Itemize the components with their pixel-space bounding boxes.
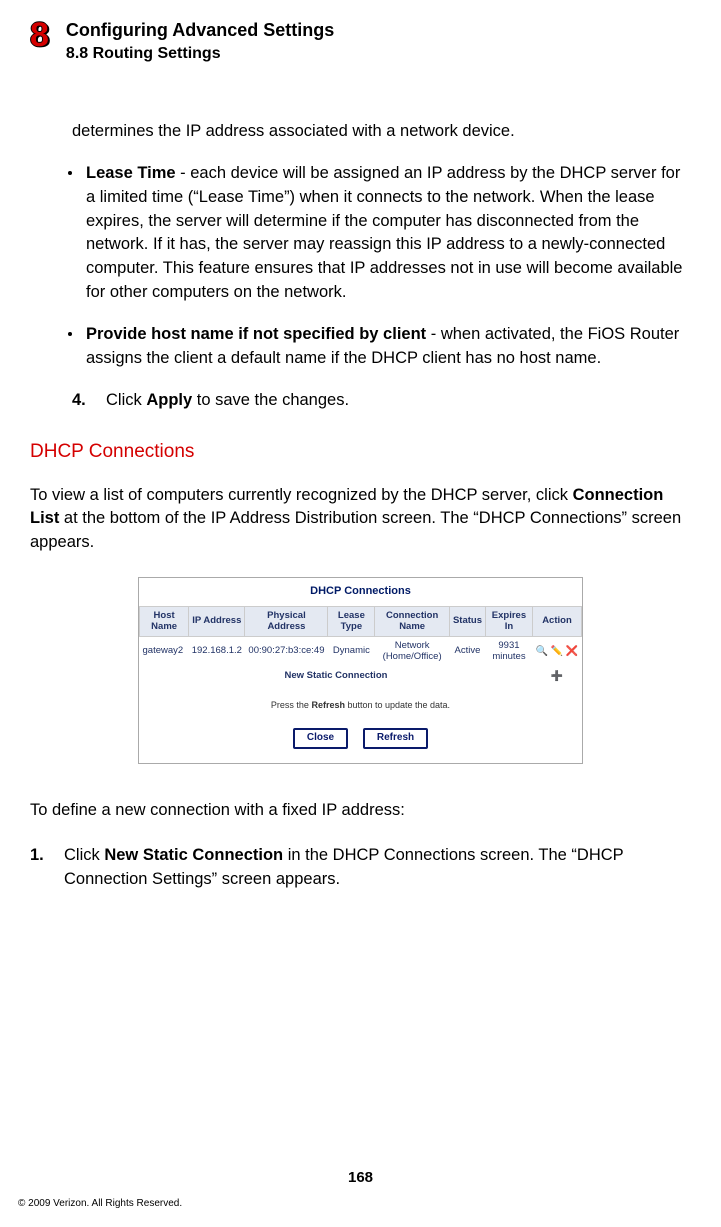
- step-number: 1.: [30, 844, 54, 892]
- cell-connection[interactable]: Network (Home/Office): [375, 637, 450, 666]
- continuation-text: determines the IP address associated wit…: [72, 120, 691, 144]
- bullet-term: Provide host name if not specified by cl…: [86, 325, 426, 343]
- col-status: Status: [449, 607, 485, 637]
- cell-action: 🔍 ✏️ ❌: [532, 637, 581, 666]
- edit-icon[interactable]: ✏️: [550, 645, 563, 658]
- cell-ip: 192.168.1.2: [189, 637, 245, 666]
- bullet-icon: [68, 171, 72, 175]
- col-host-name: Host Name: [140, 607, 189, 637]
- chapter-header: 8 Configuring Advanced Settings 8.8 Rout…: [30, 18, 691, 65]
- chapter-title: Configuring Advanced Settings: [66, 20, 334, 42]
- col-connection-name: Connection Name: [375, 607, 450, 637]
- new-static-row: New Static Connection ➕: [140, 666, 582, 687]
- cell-host[interactable]: gateway2: [140, 637, 189, 666]
- bullet-text: - each device will be assigned an IP add…: [86, 164, 682, 302]
- bullet-item: Provide host name if not specified by cl…: [68, 323, 691, 371]
- close-button[interactable]: Close: [293, 728, 348, 749]
- section-subtitle: 8.8 Routing Settings: [66, 42, 334, 65]
- bullet-term: Lease Time: [86, 164, 176, 182]
- cell-status: Active: [449, 637, 485, 666]
- col-action: Action: [532, 607, 581, 637]
- view-icon[interactable]: 🔍: [535, 645, 548, 658]
- dhcp-connections-screenshot: DHCP Connections Host Name IP Address Ph…: [138, 577, 583, 763]
- new-static-connection-link[interactable]: New Static Connection: [140, 666, 533, 687]
- table-header-row: Host Name IP Address Physical Address Le…: [140, 607, 582, 637]
- refresh-hint: Press the Refresh button to update the d…: [139, 687, 582, 728]
- cell-lease: Dynamic: [328, 637, 375, 666]
- step-text-pre: Click: [64, 846, 104, 864]
- ui-title: DHCP Connections: [139, 578, 582, 606]
- col-expires-in: Expires In: [486, 607, 533, 637]
- step-number: 4.: [72, 389, 96, 413]
- col-ip-address: IP Address: [189, 607, 245, 637]
- define-para: To define a new connection with a fixed …: [30, 799, 691, 823]
- add-icon[interactable]: ➕: [550, 670, 563, 683]
- delete-icon[interactable]: ❌: [565, 645, 578, 658]
- cell-expires: 9931 minutes: [486, 637, 533, 666]
- step-text-bold: New Static Connection: [104, 846, 283, 864]
- step-1: 1. Click New Static Connection in the DH…: [30, 844, 691, 892]
- col-physical-address: Physical Address: [245, 607, 328, 637]
- col-lease-type: Lease Type: [328, 607, 375, 637]
- table-row: gateway2 192.168.1.2 00:90:27:b3:ce:49 D…: [140, 637, 582, 666]
- intro-pre: To view a list of computers currently re…: [30, 486, 573, 504]
- bullet-icon: [68, 332, 72, 336]
- refresh-button[interactable]: Refresh: [363, 728, 428, 749]
- step-text-pre: Click: [106, 391, 146, 409]
- step-text-bold: Apply: [146, 391, 192, 409]
- cell-mac: 00:90:27:b3:ce:49: [245, 637, 328, 666]
- copyright: © 2009 Verizon. All Rights Reserved.: [18, 1197, 182, 1212]
- chapter-number: 8: [30, 18, 48, 52]
- dhcp-table: Host Name IP Address Physical Address Le…: [139, 606, 582, 687]
- intro-post: at the bottom of the IP Address Distribu…: [30, 509, 681, 551]
- page-number: 168: [0, 1167, 721, 1189]
- new-static-action: ➕: [532, 666, 581, 687]
- step-text-post: to save the changes.: [192, 391, 349, 409]
- step-4: 4. Click Apply to save the changes.: [72, 389, 691, 413]
- bullet-item: Lease Time - each device will be assigne…: [68, 162, 691, 306]
- section-heading: DHCP Connections: [30, 438, 691, 466]
